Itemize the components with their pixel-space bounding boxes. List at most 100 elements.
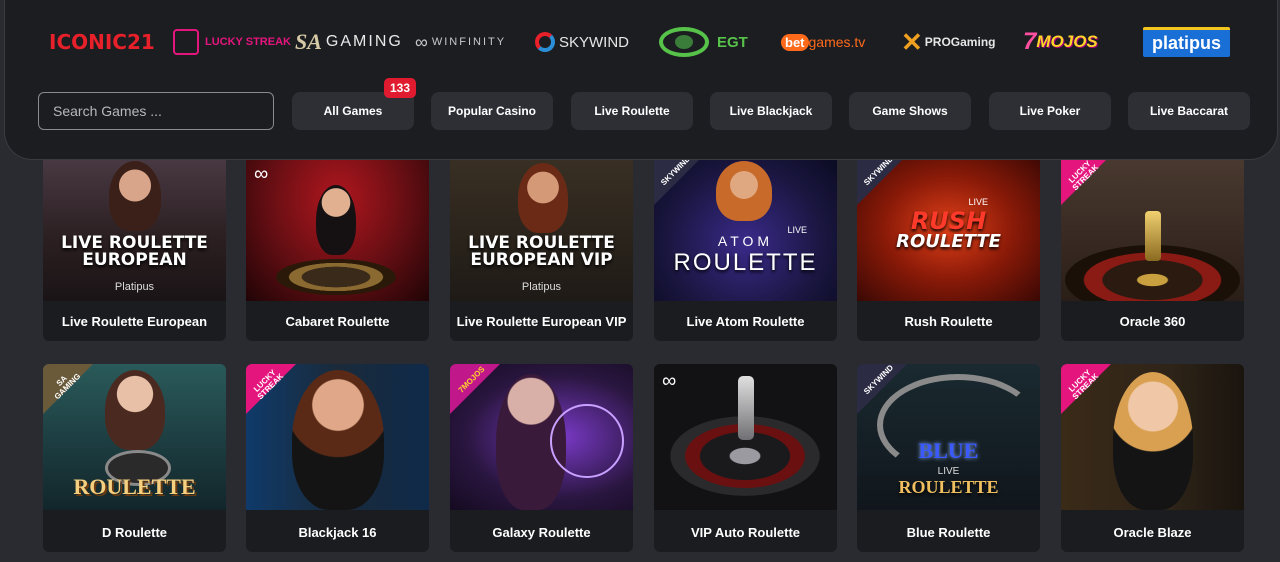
game-thumbnail: ∞: [654, 364, 837, 510]
provider-name: LUCKY STREAK: [205, 36, 291, 48]
provider-bar: ICONIC21 LUCKY STREAK SA GAMING ∞ WINFIN…: [5, 18, 1277, 66]
game-thumbnail: LUCKY STREAK: [246, 364, 429, 510]
tab-live-baccarat[interactable]: Live Baccarat: [1128, 92, 1250, 130]
game-thumbnail: LUCKY STREAK: [1061, 364, 1244, 510]
game-card[interactable]: LUCKY STREAK Blackjack 16: [246, 364, 429, 552]
egt-logo-icon: [659, 27, 709, 57]
provider-betgames[interactable]: bet games.tv: [781, 18, 865, 66]
tab-label: All Games: [323, 104, 383, 118]
game-thumbnail: SKYWIND BLUE LIVE ROULETTE: [857, 364, 1040, 510]
thumbnail-pre: ATOM: [717, 233, 774, 249]
provider-progaming[interactable]: ✕ PROGaming: [901, 18, 995, 66]
provider-ribbon: LUCKY STREAK: [1061, 364, 1111, 414]
provider-skywind[interactable]: SKYWIND: [535, 18, 629, 66]
game-name: Live Atom Roulette: [686, 313, 805, 329]
game-card[interactable]: LUCKY STREAK Oracle Blaze: [1061, 364, 1244, 552]
provider-ribbon: LUCKY STREAK: [1061, 155, 1111, 205]
game-name: Galaxy Roulette: [492, 524, 591, 540]
game-thumbnail: SKYWIND LIVE ATOM ROULETTE: [654, 155, 837, 301]
skywind-swirl-icon: [535, 32, 555, 52]
tab-label: Live Baccarat: [1149, 104, 1229, 118]
game-card[interactable]: LUCKY STREAK Oracle 360: [1061, 155, 1244, 341]
game-name: Rush Roulette: [904, 313, 993, 329]
provider-prefix: SA: [295, 29, 322, 54]
search-input[interactable]: [38, 92, 274, 130]
provider-iconic21[interactable]: ICONIC21: [49, 18, 155, 66]
tab-all-games[interactable]: All Games 133: [292, 78, 416, 130]
provider-name: PROGaming: [924, 35, 996, 49]
game-thumbnail: SA GAMING ROULETTE: [43, 364, 226, 510]
thumbnail-provider: Platipus: [521, 281, 562, 293]
tab-label: Popular Casino: [447, 104, 536, 118]
winfinity-corner-icon: ∞: [254, 163, 269, 185]
provider-sa-gaming[interactable]: SA GAMING: [295, 18, 403, 66]
thumbnail-provider: Platipus: [114, 281, 155, 293]
game-thumbnail: ∞: [246, 155, 429, 301]
game-thumbnail: SKYWIND LIVE RUSH ROULETTE: [857, 155, 1040, 301]
tab-live-poker[interactable]: Live Poker: [989, 92, 1111, 130]
provider-ribbon: SKYWIND: [654, 155, 704, 205]
tab-label: Game Shows: [872, 104, 948, 118]
tab-label: Live Blackjack: [729, 104, 813, 118]
provider-7mojos[interactable]: 7 MOJOS: [1023, 18, 1098, 66]
game-thumbnail: LUCKY STREAK: [1061, 155, 1244, 301]
tab-popular-casino[interactable]: Popular Casino: [431, 92, 553, 130]
provider-ribbon: 7MOJOS: [450, 364, 500, 414]
provider-name: MOJOS: [1036, 32, 1098, 51]
tab-live-roulette[interactable]: Live Roulette: [571, 92, 693, 130]
provider-ribbon: SA GAMING: [43, 364, 93, 414]
provider-platipus[interactable]: platipus: [1143, 18, 1231, 66]
lucky-streak-logo-icon: [173, 29, 199, 55]
provider-ribbon: LUCKY STREAK: [246, 364, 296, 414]
provider-name: GAMING: [325, 33, 403, 50]
game-name: Live Roulette European VIP: [456, 313, 627, 329]
game-card[interactable]: ∞ VIP Auto Roulette: [654, 364, 837, 552]
game-card[interactable]: 7MOJOS Galaxy Roulette: [450, 364, 633, 552]
provider-name: ICONIC21: [49, 30, 155, 54]
provider-ribbon: SKYWIND: [857, 155, 907, 205]
game-card[interactable]: LIVE ROULETTE EUROPEAN VIP Platipus Live…: [450, 155, 633, 341]
provider-name: games.tv: [808, 34, 866, 50]
provider-egt[interactable]: EGT: [659, 18, 748, 66]
game-name: Oracle Blaze: [1113, 524, 1192, 540]
game-card[interactable]: ∞ Cabaret Roulette: [246, 155, 429, 341]
provider-winfinity[interactable]: ∞ WINFINITY: [415, 18, 506, 66]
provider-prefix: bet: [781, 33, 809, 51]
game-card[interactable]: LIVE ROULETTE EUROPEAN Platipus Live Rou…: [43, 155, 226, 341]
game-thumbnail: 7MOJOS: [450, 364, 633, 510]
game-name: Live Roulette European: [61, 313, 208, 329]
game-name: Cabaret Roulette: [285, 313, 390, 329]
game-card[interactable]: SKYWIND LIVE ATOM ROULETTE Live Atom Rou…: [654, 155, 837, 341]
provider-name: platipus: [1143, 27, 1231, 57]
tab-label: Live Roulette: [594, 104, 670, 118]
provider-lucky-streak[interactable]: LUCKY STREAK: [173, 18, 291, 66]
thumbnail-title: ROULETTE: [896, 231, 1001, 252]
top-header: ICONIC21 LUCKY STREAK SA GAMING ∞ WINFIN…: [4, 0, 1278, 160]
tab-game-shows[interactable]: Game Shows: [849, 92, 971, 130]
provider-prefix: 7: [1023, 28, 1037, 55]
thumbnail-pre: RUSH: [910, 207, 987, 235]
thumbnail-title: ROULETTE: [898, 477, 999, 497]
winfinity-corner-icon: ∞: [662, 370, 677, 392]
tab-live-blackjack[interactable]: Live Blackjack: [710, 92, 832, 130]
game-thumbnail: LIVE ROULETTE EUROPEAN VIP Platipus: [450, 155, 633, 301]
game-name: Blue Roulette: [906, 524, 991, 540]
tab-label: Live Poker: [1019, 104, 1081, 118]
game-name: Blackjack 16: [298, 524, 377, 540]
progaming-x-icon: ✕: [901, 26, 923, 57]
game-count-badge: 133: [383, 78, 416, 98]
game-card[interactable]: SKYWIND BLUE LIVE ROULETTE Blue Roulette: [857, 364, 1040, 552]
thumbnail-pre: BLUE: [918, 438, 979, 463]
game-name: VIP Auto Roulette: [690, 524, 801, 540]
thumbnail-title: LIVE ROULETTE EUROPEAN: [61, 233, 208, 270]
thumbnail-live: LIVE: [937, 466, 960, 477]
provider-name: EGT: [717, 33, 748, 51]
game-thumbnail: LIVE ROULETTE EUROPEAN Platipus: [43, 155, 226, 301]
thumbnail-title: LIVE ROULETTE EUROPEAN VIP: [468, 233, 615, 270]
provider-name: WINFINITY: [431, 36, 507, 48]
game-name: Oracle 360: [1119, 313, 1186, 329]
game-card[interactable]: SKYWIND LIVE RUSH ROULETTE Rush Roulette: [857, 155, 1040, 341]
provider-name: SKYWIND: [559, 33, 630, 51]
game-name: D Roulette: [102, 524, 167, 540]
game-card[interactable]: SA GAMING ROULETTE D Roulette: [43, 364, 226, 552]
